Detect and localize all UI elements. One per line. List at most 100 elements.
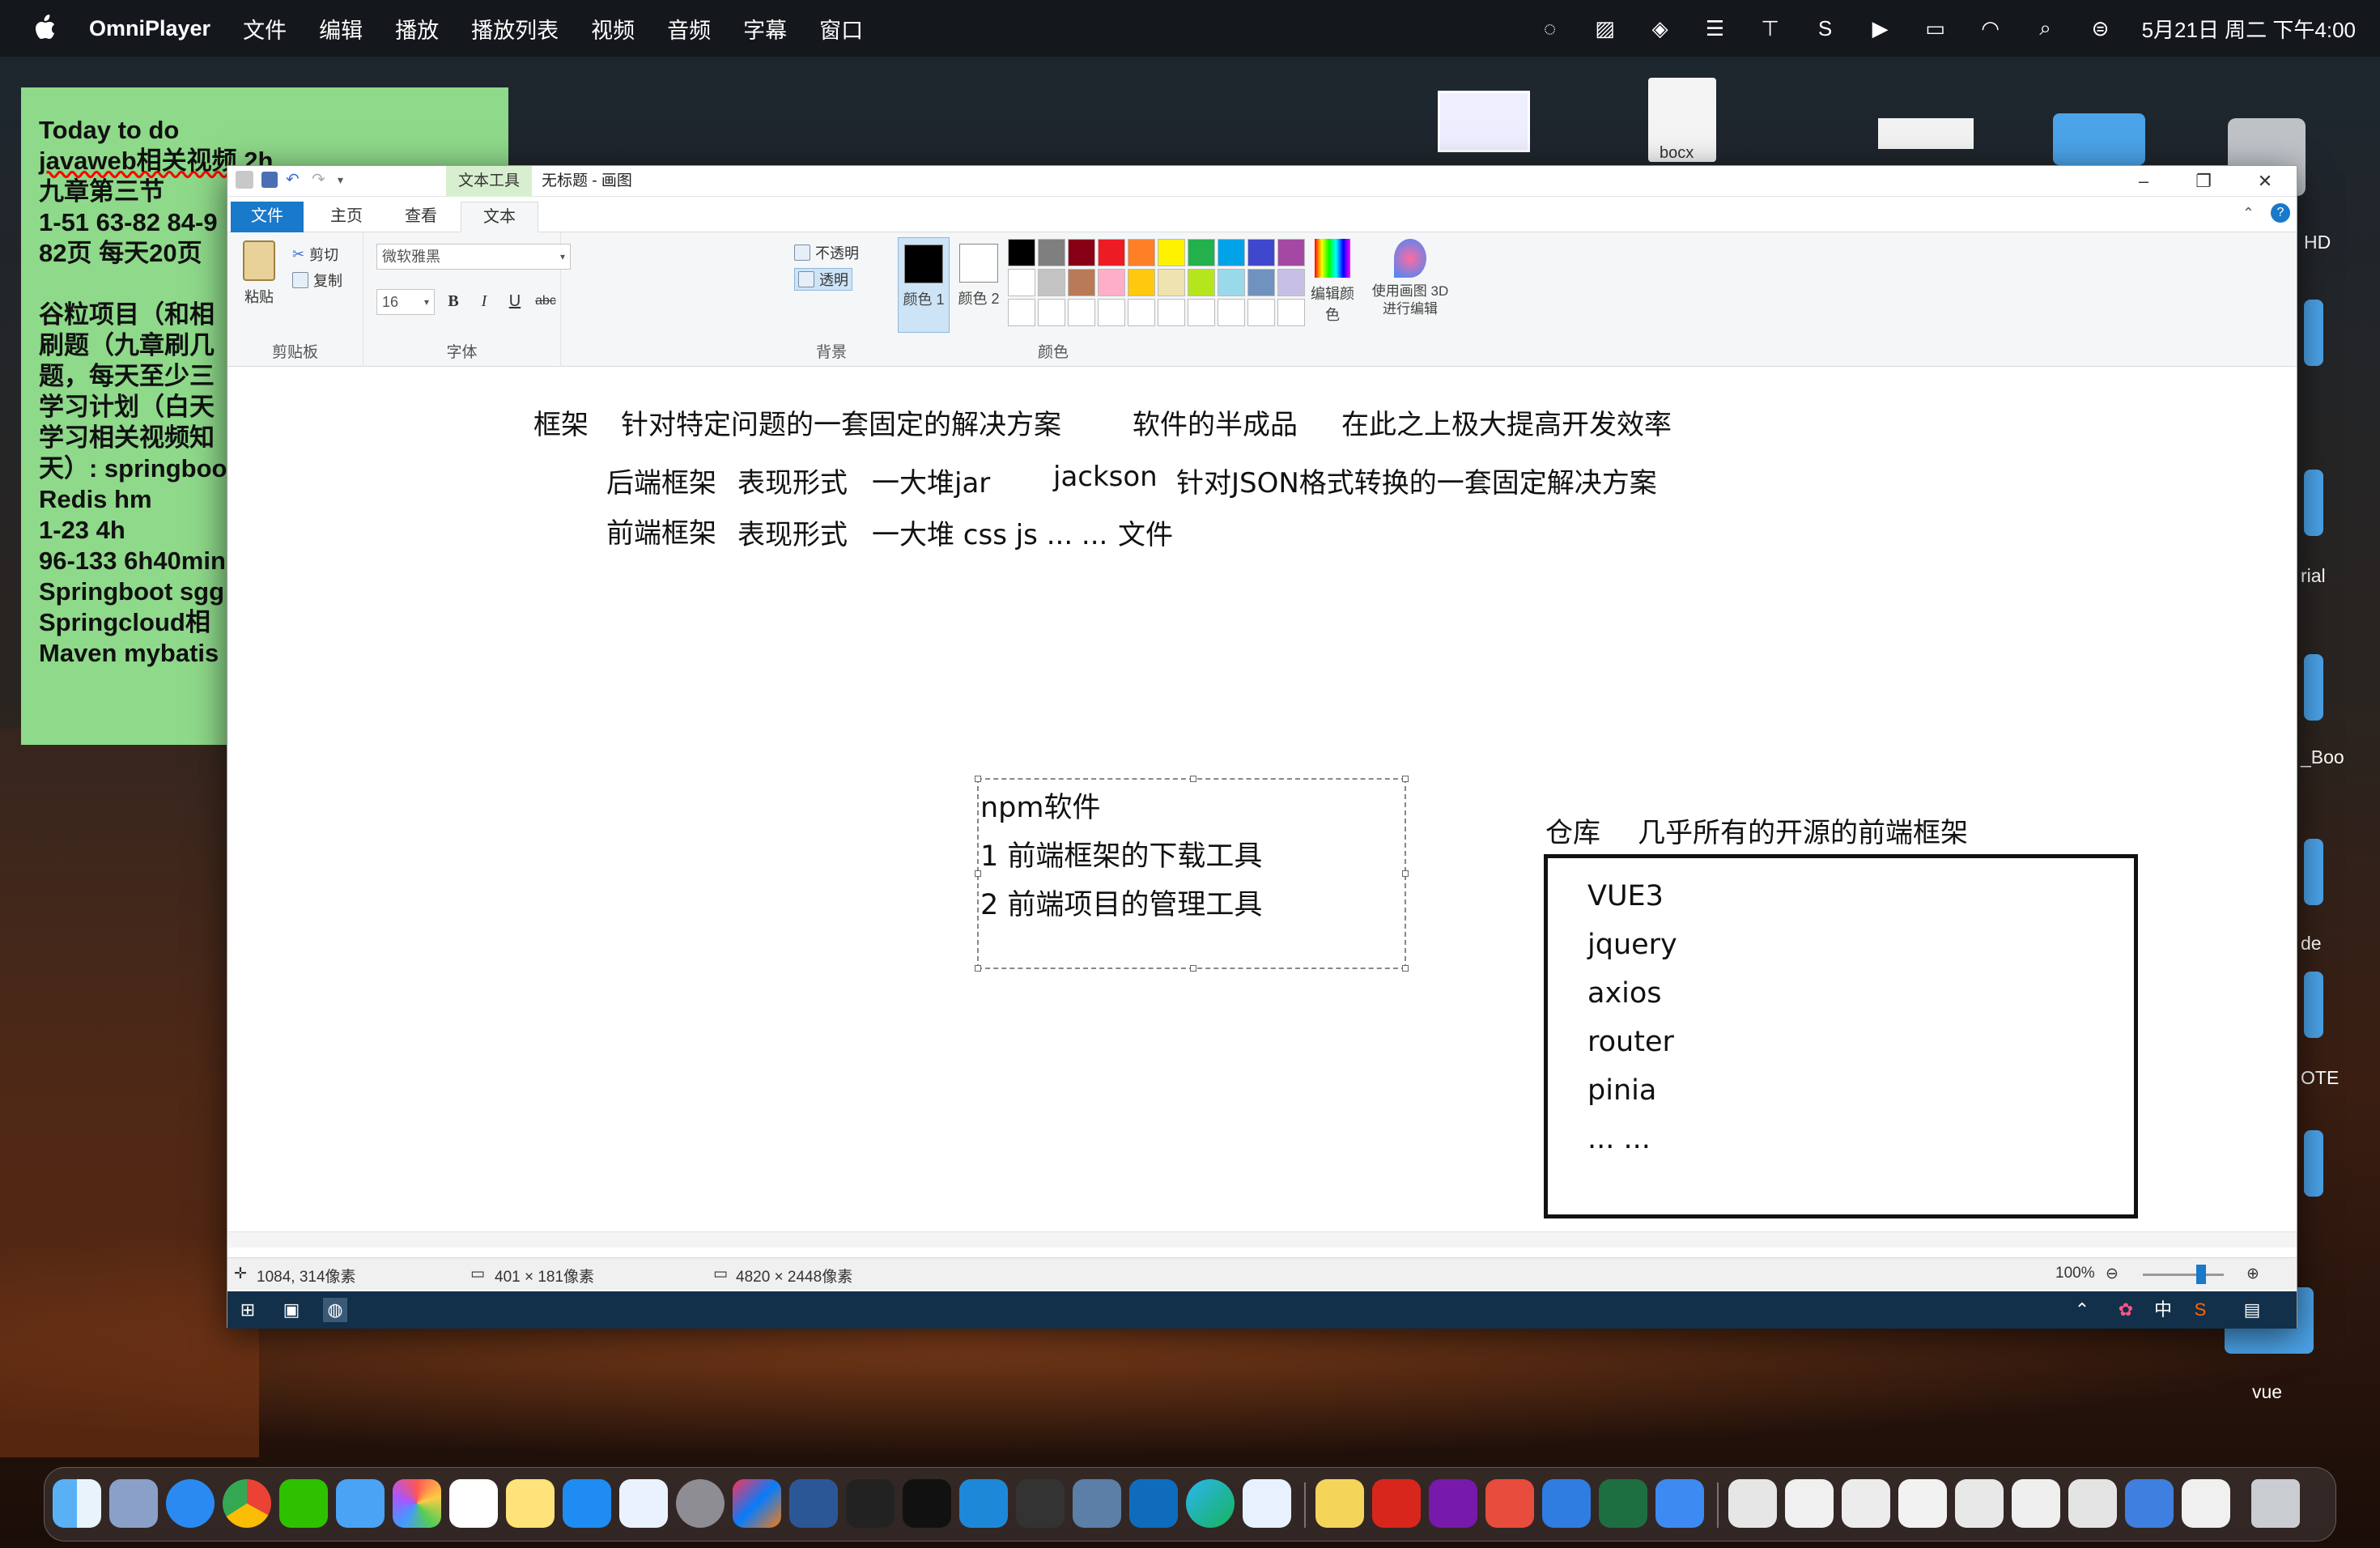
customize-dropdown-icon[interactable]: ▾ xyxy=(338,171,355,189)
palette-swatch[interactable] xyxy=(1128,239,1155,266)
palette-swatch[interactable] xyxy=(1098,239,1125,266)
paint-titlebar[interactable]: ↶ ↷ ▾ 文本工具 无标题 - 画图 – ❐ ✕ xyxy=(227,166,2297,197)
resize-handle[interactable] xyxy=(1402,870,1409,877)
recent-window-icon[interactable] xyxy=(1898,1479,1947,1528)
vscode-icon[interactable] xyxy=(959,1479,1008,1528)
resize-handle[interactable] xyxy=(1402,776,1409,782)
collapse-ribbon-icon[interactable]: ⌃ xyxy=(2242,205,2255,222)
outlook-icon[interactable] xyxy=(1129,1479,1178,1528)
zoom-in-button[interactable]: ⊕ xyxy=(2246,1265,2259,1283)
recent-window-icon[interactable] xyxy=(2068,1479,2117,1528)
menu-window[interactable]: 窗口 xyxy=(819,13,863,45)
palette-swatch[interactable] xyxy=(1038,239,1065,266)
palette-swatch[interactable] xyxy=(1068,269,1095,296)
spotlight-search-icon[interactable]: ⌕ xyxy=(2032,15,2059,40)
color-2-button[interactable]: 颜色 2 xyxy=(953,237,1005,333)
resize-handle[interactable] xyxy=(975,965,981,972)
menu-app-name[interactable]: OmniPlayer xyxy=(89,16,210,41)
palette-swatch[interactable] xyxy=(1008,239,1035,266)
palette-swatch[interactable] xyxy=(1068,239,1095,266)
notification-icon[interactable]: ▤ xyxy=(2240,1298,2264,1322)
s-app-icon[interactable]: S xyxy=(1812,16,1839,40)
file-explorer-icon[interactable]: ▣ xyxy=(279,1298,304,1322)
folder-icon[interactable] xyxy=(2304,300,2323,366)
palette-swatch[interactable] xyxy=(1277,239,1305,266)
wifi-icon[interactable]: ◠ xyxy=(1977,16,2004,40)
palette-swatch[interactable] xyxy=(1218,299,1245,326)
palette-swatch[interactable] xyxy=(1068,299,1095,326)
palette-swatch[interactable] xyxy=(1247,269,1275,296)
palette-swatch[interactable] xyxy=(1008,269,1035,296)
redo-icon[interactable]: ↷ xyxy=(312,171,329,189)
tray-app-icon[interactable]: ✿ xyxy=(2114,1298,2138,1322)
sogou-icon[interactable]: S xyxy=(2188,1298,2212,1322)
drawing-canvas[interactable]: 框架 针对特定问题的一套固定的解决方案 软件的半成品 在此之上极大提高开发效率 … xyxy=(227,368,2297,1248)
baidu-netdisk-icon[interactable] xyxy=(619,1479,668,1528)
recent-window-icon[interactable] xyxy=(2012,1479,2060,1528)
calendar-icon[interactable] xyxy=(449,1479,498,1528)
zoom-slider-track[interactable] xyxy=(2143,1274,2224,1276)
finder-icon[interactable] xyxy=(53,1479,101,1528)
keynote-icon[interactable] xyxy=(1655,1479,1704,1528)
menu-audio[interactable]: 音频 xyxy=(667,13,711,45)
tray-icon[interactable]: ☰ xyxy=(1702,16,1729,40)
palette-swatch[interactable] xyxy=(1277,269,1305,296)
stickies-icon[interactable] xyxy=(1315,1479,1364,1528)
palette-swatch[interactable] xyxy=(1277,299,1305,326)
tab-text[interactable]: 文本 xyxy=(461,202,538,232)
palette-swatch[interactable] xyxy=(1247,299,1275,326)
menu-play[interactable]: 播放 xyxy=(395,13,439,45)
dictionary-icon[interactable] xyxy=(1073,1479,1121,1528)
terminal-icon[interactable] xyxy=(846,1479,895,1528)
edit-colors-button[interactable]: 编辑颜色 xyxy=(1304,239,1361,325)
menu-playlist[interactable]: 播放列表 xyxy=(471,13,559,45)
color-1-button[interactable]: 颜色 1 xyxy=(898,237,950,333)
onenote-icon[interactable] xyxy=(1429,1479,1477,1528)
folder-icon[interactable] xyxy=(2053,113,2145,165)
folder-icon[interactable] xyxy=(2304,972,2323,1038)
control-center-icon[interactable]: ⊜ xyxy=(2087,16,2114,40)
strikethrough-button[interactable]: abc xyxy=(533,289,558,313)
safari-icon[interactable] xyxy=(166,1479,215,1528)
palette-swatch[interactable] xyxy=(1188,239,1215,266)
recent-window-icon[interactable] xyxy=(2125,1479,2174,1528)
resize-handle[interactable] xyxy=(975,776,981,782)
palette-swatch[interactable] xyxy=(1158,299,1185,326)
launchpad-icon[interactable] xyxy=(109,1479,158,1528)
excel-icon[interactable] xyxy=(1599,1479,1647,1528)
player-icon[interactable]: ▶ xyxy=(1867,16,1894,40)
resize-handle[interactable] xyxy=(1402,965,1409,972)
palette-swatch[interactable] xyxy=(1247,239,1275,266)
palette-swatch[interactable] xyxy=(1128,269,1155,296)
tab-home[interactable]: 主页 xyxy=(312,202,381,232)
stripes-icon[interactable]: ▨ xyxy=(1592,16,1619,40)
trash-icon[interactable] xyxy=(2251,1479,2300,1528)
bold-button[interactable]: B xyxy=(441,289,465,313)
zoom-slider-thumb[interactable] xyxy=(2196,1265,2206,1284)
chrome-icon[interactable] xyxy=(223,1479,271,1528)
underline-button[interactable]: U xyxy=(503,289,527,313)
palette-swatch[interactable] xyxy=(1038,299,1065,326)
paste-button[interactable]: 粘贴 xyxy=(239,240,279,307)
acrobat-icon[interactable] xyxy=(1372,1479,1421,1528)
cut-button[interactable]: ✂ 剪切 xyxy=(292,244,338,265)
close-button[interactable]: ✕ xyxy=(2233,166,2297,197)
folder-icon[interactable] xyxy=(2304,1130,2323,1197)
font-name-dropdown[interactable]: 微软雅黑 ▾ xyxy=(376,244,571,270)
edge-dev-icon[interactable] xyxy=(1186,1479,1235,1528)
desktop-screenshot-icon[interactable] xyxy=(1878,118,1974,149)
chat-search-icon[interactable]: ◌ xyxy=(1536,16,1564,40)
resize-handle[interactable] xyxy=(1190,965,1196,972)
stopwatch-icon[interactable] xyxy=(903,1479,951,1528)
palette-swatch[interactable] xyxy=(1038,269,1065,296)
palette-swatch[interactable] xyxy=(1188,299,1215,326)
save-icon[interactable] xyxy=(261,172,278,188)
folder-icon[interactable] xyxy=(2304,654,2323,721)
font-size-dropdown[interactable]: 16 ▾ xyxy=(376,289,435,315)
recent-window-icon[interactable] xyxy=(1728,1479,1777,1528)
desktop-thumbnail-icon[interactable] xyxy=(1438,91,1530,152)
recent-window-icon[interactable] xyxy=(1785,1479,1834,1528)
system-settings-icon[interactable] xyxy=(676,1479,725,1528)
copy-button[interactable]: 复制 xyxy=(292,270,342,291)
recent-window-icon[interactable] xyxy=(1955,1479,2004,1528)
